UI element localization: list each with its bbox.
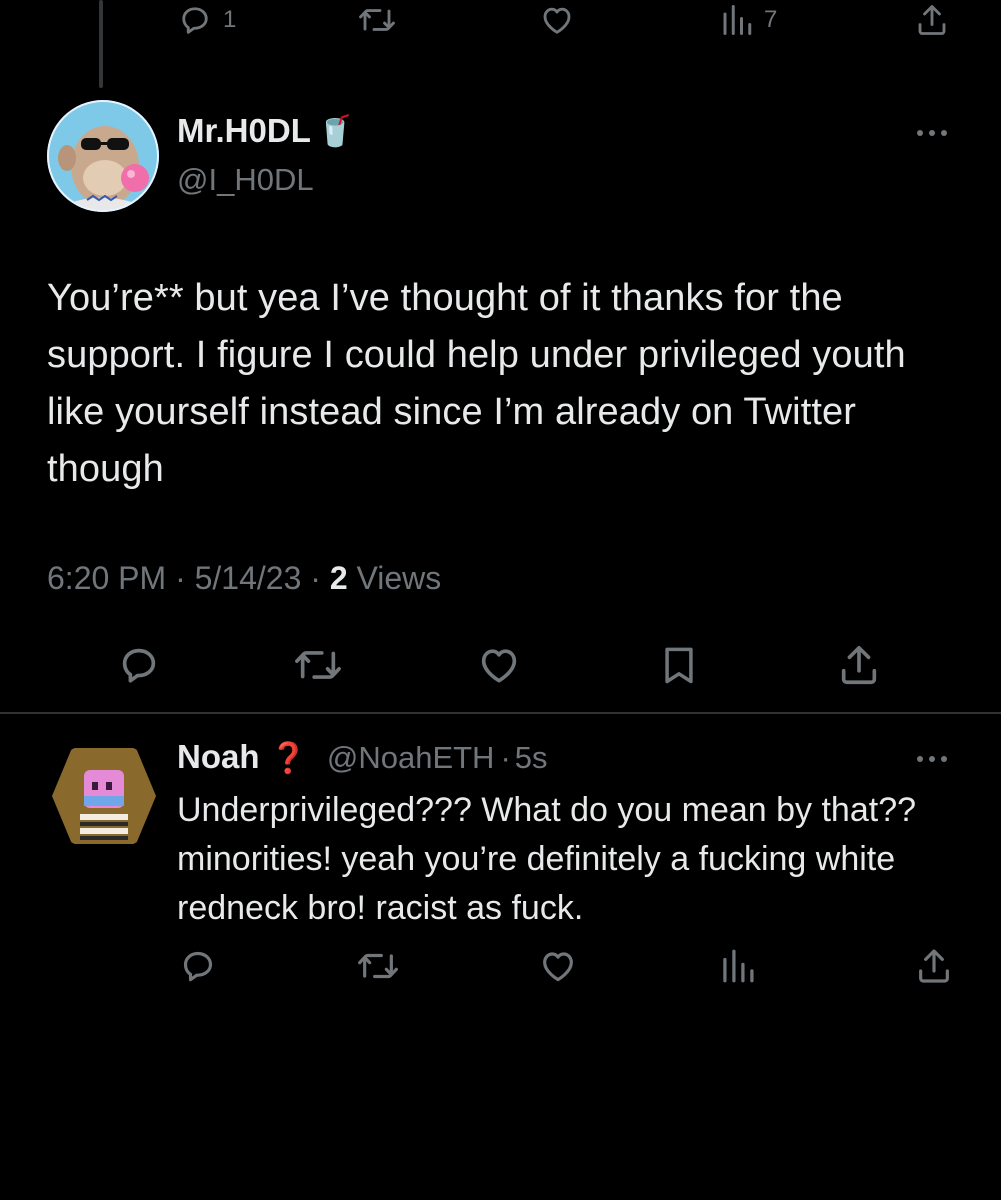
thread-connector-line <box>99 0 103 88</box>
avatar-image <box>47 100 159 212</box>
views-button[interactable] <box>720 946 756 986</box>
name-emoji: ❓ <box>269 742 307 775</box>
like-button[interactable] <box>475 642 523 688</box>
reply-button[interactable] <box>178 946 218 986</box>
reply-button[interactable] <box>116 642 162 688</box>
meta-separator: · <box>175 560 186 596</box>
reply-tweet-text: Underprivileged??? What do you mean by t… <box>177 791 917 927</box>
name-emoji: 🥤 <box>316 114 355 148</box>
tweet-metadata: 6:20 PM · 5/14/23 · 2 Views <box>47 560 441 597</box>
bookmark-button[interactable] <box>657 642 701 688</box>
tweet-time[interactable]: 5s <box>515 740 548 776</box>
views-button[interactable]: 7 <box>720 2 777 38</box>
share-icon <box>914 946 954 986</box>
share-button[interactable] <box>914 946 954 986</box>
reply-icon <box>177 2 213 38</box>
retweet-icon <box>356 946 400 986</box>
author-handle[interactable]: @NoahETH <box>327 740 495 776</box>
views-label: Views <box>356 560 442 596</box>
like-button[interactable] <box>537 946 579 986</box>
avatar[interactable] <box>47 100 159 212</box>
avatar-image <box>52 748 156 844</box>
retweet-button[interactable] <box>356 946 400 986</box>
more-icon <box>914 118 950 148</box>
avatar[interactable] <box>50 744 158 848</box>
views-icon <box>720 2 754 38</box>
like-icon <box>537 946 579 986</box>
display-name[interactable]: Mr.H0DL <box>177 112 311 150</box>
more-button[interactable] <box>914 118 950 148</box>
divider <box>0 712 1001 714</box>
author-name-row: Mr.H0DL 🥤 <box>177 112 354 150</box>
share-button[interactable] <box>914 2 950 38</box>
tweet-time[interactable]: 6:20 PM <box>47 560 166 596</box>
share-icon <box>836 642 882 688</box>
share-icon <box>914 2 950 38</box>
like-icon <box>538 2 576 38</box>
retweet-button[interactable] <box>293 642 343 688</box>
author-handle[interactable]: @I_H0DL <box>177 162 314 198</box>
reply-icon <box>116 642 162 688</box>
views-count: 7 <box>764 6 778 33</box>
retweet-icon <box>357 2 397 38</box>
reply-header: Noah ❓ @NoahETH · 5s <box>177 738 548 776</box>
more-icon <box>914 744 950 774</box>
retweet-icon <box>293 642 343 688</box>
like-icon <box>475 642 523 688</box>
reply-icon <box>178 946 218 986</box>
tweet-date[interactable]: 5/14/23 <box>195 560 302 596</box>
display-name[interactable]: Noah <box>177 738 260 776</box>
meta-separator: · <box>310 560 321 596</box>
views-icon <box>720 946 756 986</box>
tweet-text: You’re** but yea I’ve thought of it than… <box>47 277 906 490</box>
views-count: 2 <box>329 560 348 596</box>
meta-separator: · <box>500 740 511 775</box>
bookmark-icon <box>657 642 701 688</box>
reply-button[interactable]: 1 <box>177 2 236 38</box>
reply-count: 1 <box>223 6 237 33</box>
more-button[interactable] <box>914 744 950 774</box>
retweet-button[interactable] <box>357 2 397 38</box>
like-button[interactable] <box>538 2 576 38</box>
share-button[interactable] <box>836 642 882 688</box>
